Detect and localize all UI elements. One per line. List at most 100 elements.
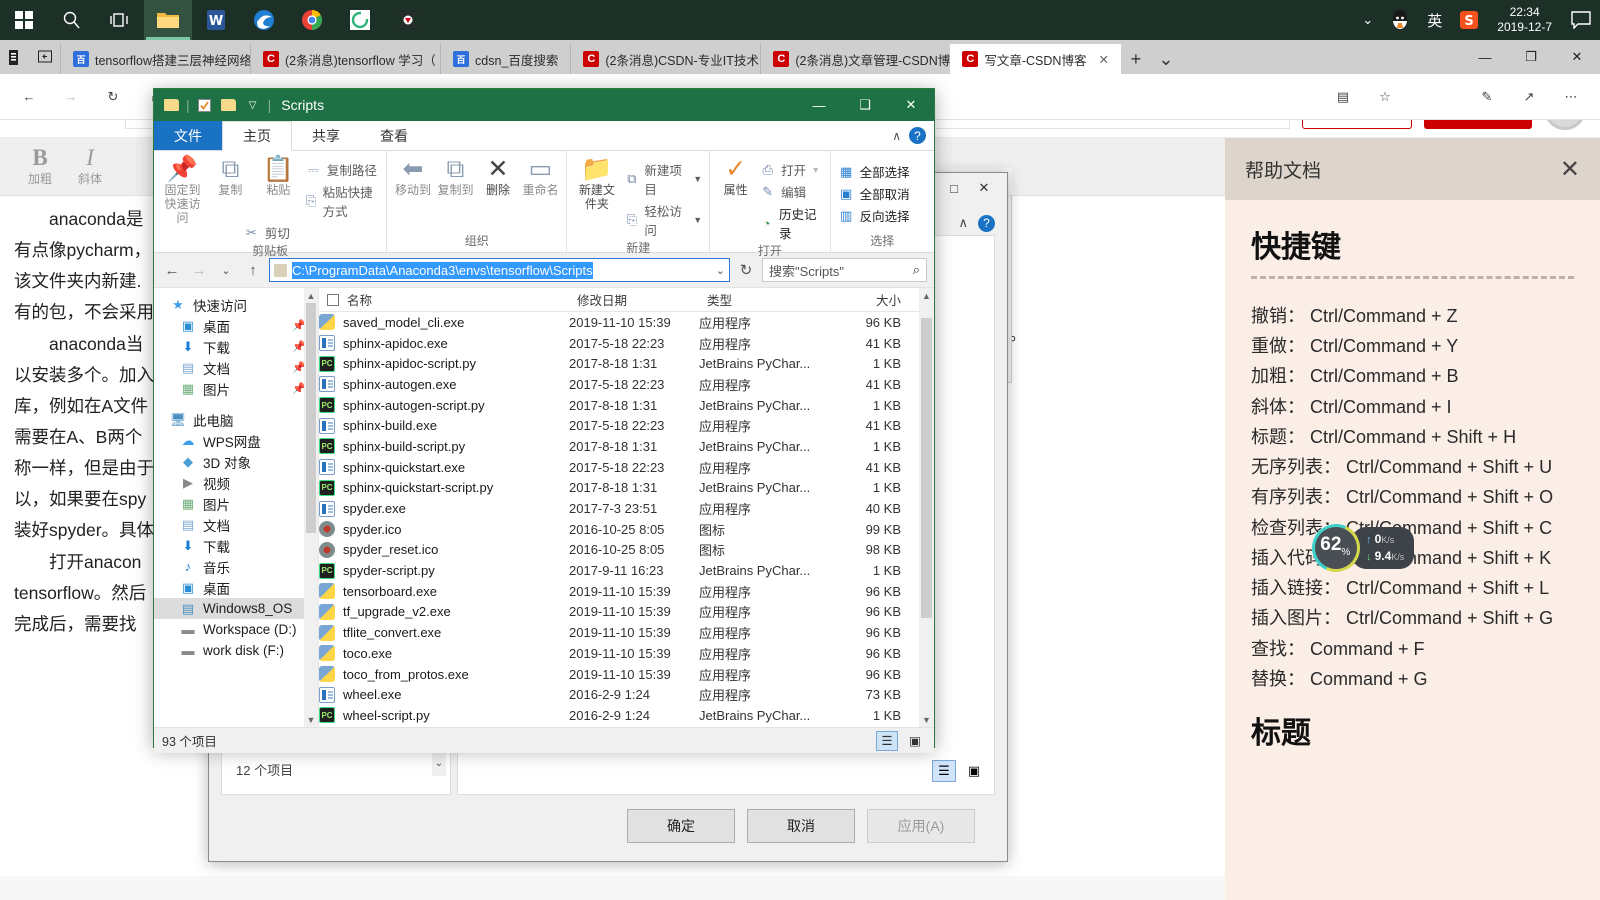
nav-item-downloads[interactable]: ⬇ 下载 📌 — [154, 336, 318, 357]
close-button[interactable]: ✕ — [1554, 40, 1600, 74]
qq-icon[interactable] — [1382, 0, 1418, 40]
invert-selection-button[interactable]: ▥ 反向选择 — [838, 206, 910, 225]
dialog-help-icon[interactable]: ? — [978, 214, 995, 232]
browser-tab[interactable]: 百 cdsn_百度搜索 — [440, 44, 570, 74]
nav-item-quick-access[interactable]: ★ 快速访问 — [154, 294, 318, 315]
table-row[interactable]: tf_upgrade_v2.exe 2019-11-10 15:39 应用程序 96 … — [319, 602, 934, 623]
nav-item-work-disk-f[interactable]: ▬ work disk (F:) — [154, 640, 318, 661]
large-icons-view-icon[interactable]: ▣ — [962, 760, 986, 782]
table-row[interactable]: PC spyder-script.py 2017-9-11 16:23 JetBrai… — [319, 560, 934, 581]
nav-item-desktop-pc[interactable]: ▣ 桌面 — [154, 577, 318, 598]
ribbon-tab-home[interactable]: 主页 — [222, 121, 292, 151]
maximize-button[interactable]: ❐ — [1508, 40, 1554, 74]
minimize-button[interactable]: — — [1462, 40, 1508, 74]
column-header-type[interactable]: 类型 — [699, 290, 819, 309]
move-to-button[interactable]: ⬅ 移动到 — [394, 156, 432, 198]
search-icon[interactable] — [48, 0, 96, 40]
open-button[interactable]: ⎙ 打开 ▼ — [759, 160, 822, 179]
easy-access-button[interactable]: ⎘ 轻松访问 ▼ — [624, 201, 702, 239]
details-view-icon[interactable]: ☰ — [932, 760, 956, 782]
details-view-icon[interactable]: ☰ — [876, 730, 898, 751]
file-list-scrollbar[interactable]: ▲ ▼ — [919, 288, 934, 727]
reading-list-icon[interactable]: ▤ — [1324, 78, 1362, 116]
close-icon[interactable]: ✕ — [1098, 52, 1108, 67]
chevron-down-icon[interactable]: ⌄ — [1151, 44, 1181, 74]
new-folder-button[interactable]: 📁 新建文件夹 — [574, 156, 619, 212]
table-row[interactable]: PC sphinx-quickstart-script.py 2017-8-18 1… — [319, 478, 934, 499]
table-row[interactable]: tensorboard.exe 2019-11-10 15:39 应用程序 96 KB — [319, 581, 934, 602]
column-header-size[interactable]: 大小 — [819, 290, 911, 309]
notes-icon[interactable]: ✎ — [1468, 78, 1506, 116]
column-header-date[interactable]: 修改日期 — [569, 290, 699, 309]
table-row[interactable]: PC sphinx-autogen-script.py 2017-8-18 1:31… — [319, 395, 934, 416]
table-row[interactable]: spyder.ico 2016-10-25 8:05 图标 99 KB — [319, 519, 934, 540]
select-none-button[interactable]: ▣ 全部取消 — [838, 184, 910, 203]
paste-button[interactable]: 📋 粘贴 — [257, 156, 300, 198]
sogou-pinyin-icon[interactable]: S — [1451, 0, 1487, 40]
sogou-icon[interactable] — [384, 0, 432, 40]
large-icons-view-icon[interactable]: ▣ — [904, 731, 926, 751]
network-speed-widget[interactable]: 62% ↑ 0K/s ↓ 9.4K/s — [1305, 517, 1432, 579]
explorer-title-bar[interactable]: | ▽ | Scripts — ❑ ✕ — [154, 89, 934, 121]
wps-icon[interactable] — [336, 0, 384, 40]
browser-tab[interactable]: 百 tensorflow搭建三层神经网络 — [60, 44, 250, 74]
column-header-name[interactable]: 名称 — [319, 290, 569, 309]
nav-item-3d-objects[interactable]: ◆ 3D 对象 — [154, 451, 318, 472]
copy-button[interactable]: ⧉ 复制 — [209, 156, 252, 198]
paste-shortcut-button[interactable]: ⎘ 粘贴快捷方式 — [305, 182, 379, 220]
nav-item-documents-pc[interactable]: ▤ 文档 — [154, 514, 318, 535]
history-button[interactable]: ◔ 历史记录 — [759, 204, 822, 242]
more-options-icon[interactable]: ⋯ — [1552, 78, 1590, 116]
ribbon-help-icon[interactable]: ? — [909, 127, 926, 144]
chevron-down-icon[interactable]: ▼ — [693, 215, 702, 225]
folder-icon[interactable] — [162, 96, 180, 114]
explorer-maximize-button[interactable]: ❑ — [842, 89, 888, 121]
explorer-file-list[interactable]: 名称 修改日期 类型 大小 saved_model_cli.exe 2019-11… — [319, 288, 934, 727]
browser-tab[interactable]: C (2条消息)tensorflow 学习（ — [250, 44, 440, 74]
ribbon-collapse-icon[interactable]: ∧ — [892, 129, 901, 143]
delete-button[interactable]: ✕ 删除 — [479, 156, 517, 198]
tray-chevron-icon[interactable]: ⌄ — [1353, 0, 1382, 40]
close-icon[interactable]: ✕ — [1560, 155, 1580, 184]
explorer-close-button[interactable]: ✕ — [888, 89, 934, 121]
table-row[interactable]: toco.exe 2019-11-10 15:39 应用程序 96 KB — [319, 643, 934, 664]
table-row[interactable]: PC sphinx-apidoc-script.py 2017-8-18 1:31 J… — [319, 353, 934, 374]
table-row[interactable]: sphinx-autogen.exe 2017-5-18 22:23 应用程序 41 … — [319, 374, 934, 395]
pin-to-quick-access-button[interactable]: 📌 固定到快速访问 — [161, 156, 204, 225]
ime-indicator[interactable]: 英 — [1418, 0, 1451, 40]
dialog-collapse-icon[interactable]: ∧ — [958, 215, 968, 231]
edit-button[interactable]: ✎ 编辑 — [759, 182, 822, 201]
ribbon-tab-share[interactable]: 共享 — [292, 121, 360, 150]
browser-tab[interactable]: C (2条消息)文章管理-CSDN博 — [760, 44, 950, 74]
nav-item-windows8-os[interactable]: ▤ Windows8_OS — [154, 598, 318, 619]
ribbon-tab-file[interactable]: 文件 — [154, 121, 222, 150]
properties-button[interactable]: ✓ 属性 — [717, 156, 754, 198]
clock[interactable]: 22:34 2019-12-7 — [1487, 5, 1562, 35]
table-row[interactable]: spyder_reset.ico 2016-10-25 8:05 图标 98 KB — [319, 540, 934, 561]
back-icon[interactable]: ← — [10, 78, 48, 116]
nav-pane-scrollbar[interactable]: ▲ ▼ — [304, 288, 318, 727]
table-row[interactable]: toco_from_protos.exe 2019-11-10 15:39 应用程序… — [319, 664, 934, 685]
nav-item-desktop[interactable]: ▣ 桌面 📌 — [154, 315, 318, 336]
dialog-close-button[interactable]: ✕ — [969, 173, 999, 203]
ribbon-tab-view[interactable]: 查看 — [360, 121, 428, 150]
nav-item-pictures-pc[interactable]: ▦ 图片 — [154, 493, 318, 514]
table-row[interactable]: saved_model_cli.exe 2019-11-10 15:39 应用程序 9… — [319, 312, 934, 333]
file-explorer-icon[interactable] — [144, 0, 192, 40]
set-tabs-aside-icon[interactable] — [30, 40, 60, 74]
toolbar-bold-button[interactable]: B 加粗 — [28, 146, 52, 187]
chrome-icon[interactable] — [288, 0, 336, 40]
table-row[interactable]: tflite_convert.exe 2019-11-10 15:39 应用程序 96… — [319, 622, 934, 643]
dialog-ok-button[interactable]: 确定 — [627, 809, 735, 843]
new-folder-icon[interactable] — [220, 96, 238, 114]
toolbar-italic-button[interactable]: I 斜体 — [78, 146, 102, 187]
select-all-button[interactable]: ▦ 全部选择 — [838, 162, 910, 181]
copy-path-button[interactable]: ⎓ 复制路径 — [305, 160, 379, 179]
favorite-star-icon[interactable]: ☆ — [1366, 78, 1404, 116]
dialog-maximize-button[interactable]: □ — [939, 173, 969, 203]
nav-item-music[interactable]: ♪ 音乐 — [154, 556, 318, 577]
copy-to-button[interactable]: ⧉ 复制到 — [437, 156, 475, 198]
nav-item-workspace-d[interactable]: ▬ Workspace (D:) — [154, 619, 318, 640]
rename-button[interactable]: ▭ 重命名 — [522, 156, 560, 198]
share-icon[interactable]: ↗ — [1510, 78, 1548, 116]
